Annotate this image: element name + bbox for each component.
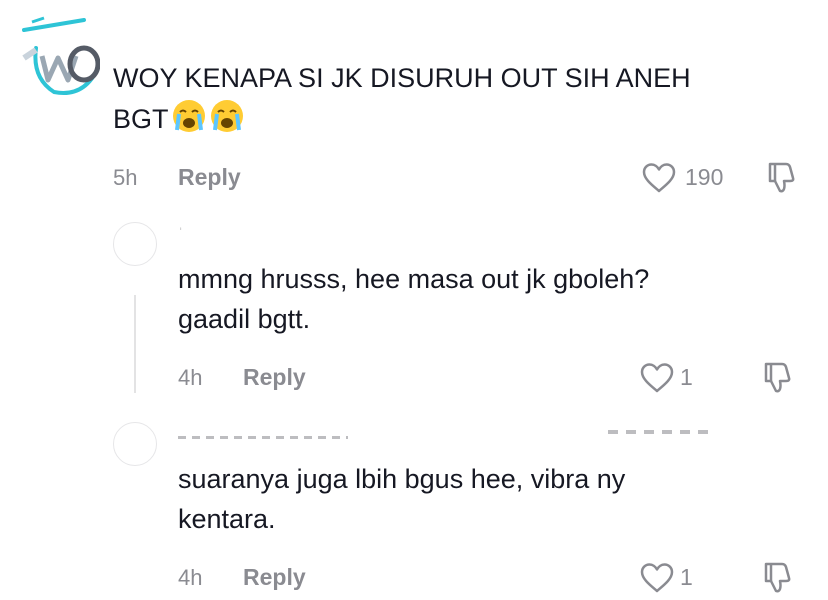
main-like-count: 190: [685, 164, 724, 190]
reply2-text: suaranya juga lbih bgus hee, vibra ny ke…: [178, 459, 798, 539]
reply2-avatar[interactable]: [113, 422, 157, 466]
reply1-like-count: 1: [680, 364, 693, 390]
reply1-reply-button[interactable]: Reply: [243, 364, 306, 391]
reply2-time: 4h: [178, 565, 203, 590]
reply2-reply-button[interactable]: Reply: [243, 564, 306, 591]
reply1-avatar[interactable]: [113, 222, 157, 266]
main-comment-time: 5h: [113, 165, 138, 190]
main-commenter-avatar[interactable]: [14, 8, 101, 98]
main-like-button[interactable]: [642, 163, 676, 198]
reply1-line2: gaadil bgtt.: [178, 304, 311, 334]
reply1-line1: mmng hrusss, hee masa out jk gboleh?: [178, 264, 650, 294]
main-dislike-button[interactable]: [764, 161, 798, 200]
reply2-like-count: 1: [680, 564, 693, 590]
reply1-like-button[interactable]: [640, 363, 674, 398]
reply2-line2: kentara.: [178, 504, 276, 534]
reply1-username-redacted: ˈ: [178, 226, 186, 243]
reply2-dislike-button[interactable]: [760, 561, 794, 600]
main-comment-text: WOY KENAPA SI JK DISURUH OUT SIH ANEH BG…: [113, 58, 813, 139]
reply2-username-redacted: [178, 436, 348, 439]
loudly-crying-face-icon: [172, 100, 205, 132]
thumbs-down-icon: [768, 162, 795, 193]
reply2-like-button[interactable]: [640, 563, 674, 598]
reply1-time: 4h: [178, 365, 203, 390]
main-reply-button[interactable]: Reply: [178, 164, 241, 191]
main-comment-line1: WOY KENAPA SI JK DISURUH OUT SIH ANEH: [113, 63, 691, 93]
reply1-text: mmng hrusss, hee masa out jk gboleh? gaa…: [178, 259, 798, 339]
main-comment-line2-text: BGT: [113, 104, 169, 134]
reply2-mention-redacted: [608, 430, 708, 434]
heart-icon: [642, 163, 676, 193]
reply2-line1: suaranya juga lbih bgus hee, vibra ny: [178, 464, 626, 494]
reply1-dislike-button[interactable]: [760, 361, 794, 400]
loudly-crying-face-icon: [210, 100, 243, 132]
heart-icon: [640, 563, 674, 593]
thumbs-down-icon: [764, 362, 791, 393]
thumbs-down-icon: [764, 562, 791, 593]
thread-line: [134, 295, 136, 393]
avatar-image: [22, 16, 101, 95]
main-comment-line2: BGT: [113, 98, 813, 139]
heart-icon: [640, 363, 674, 393]
